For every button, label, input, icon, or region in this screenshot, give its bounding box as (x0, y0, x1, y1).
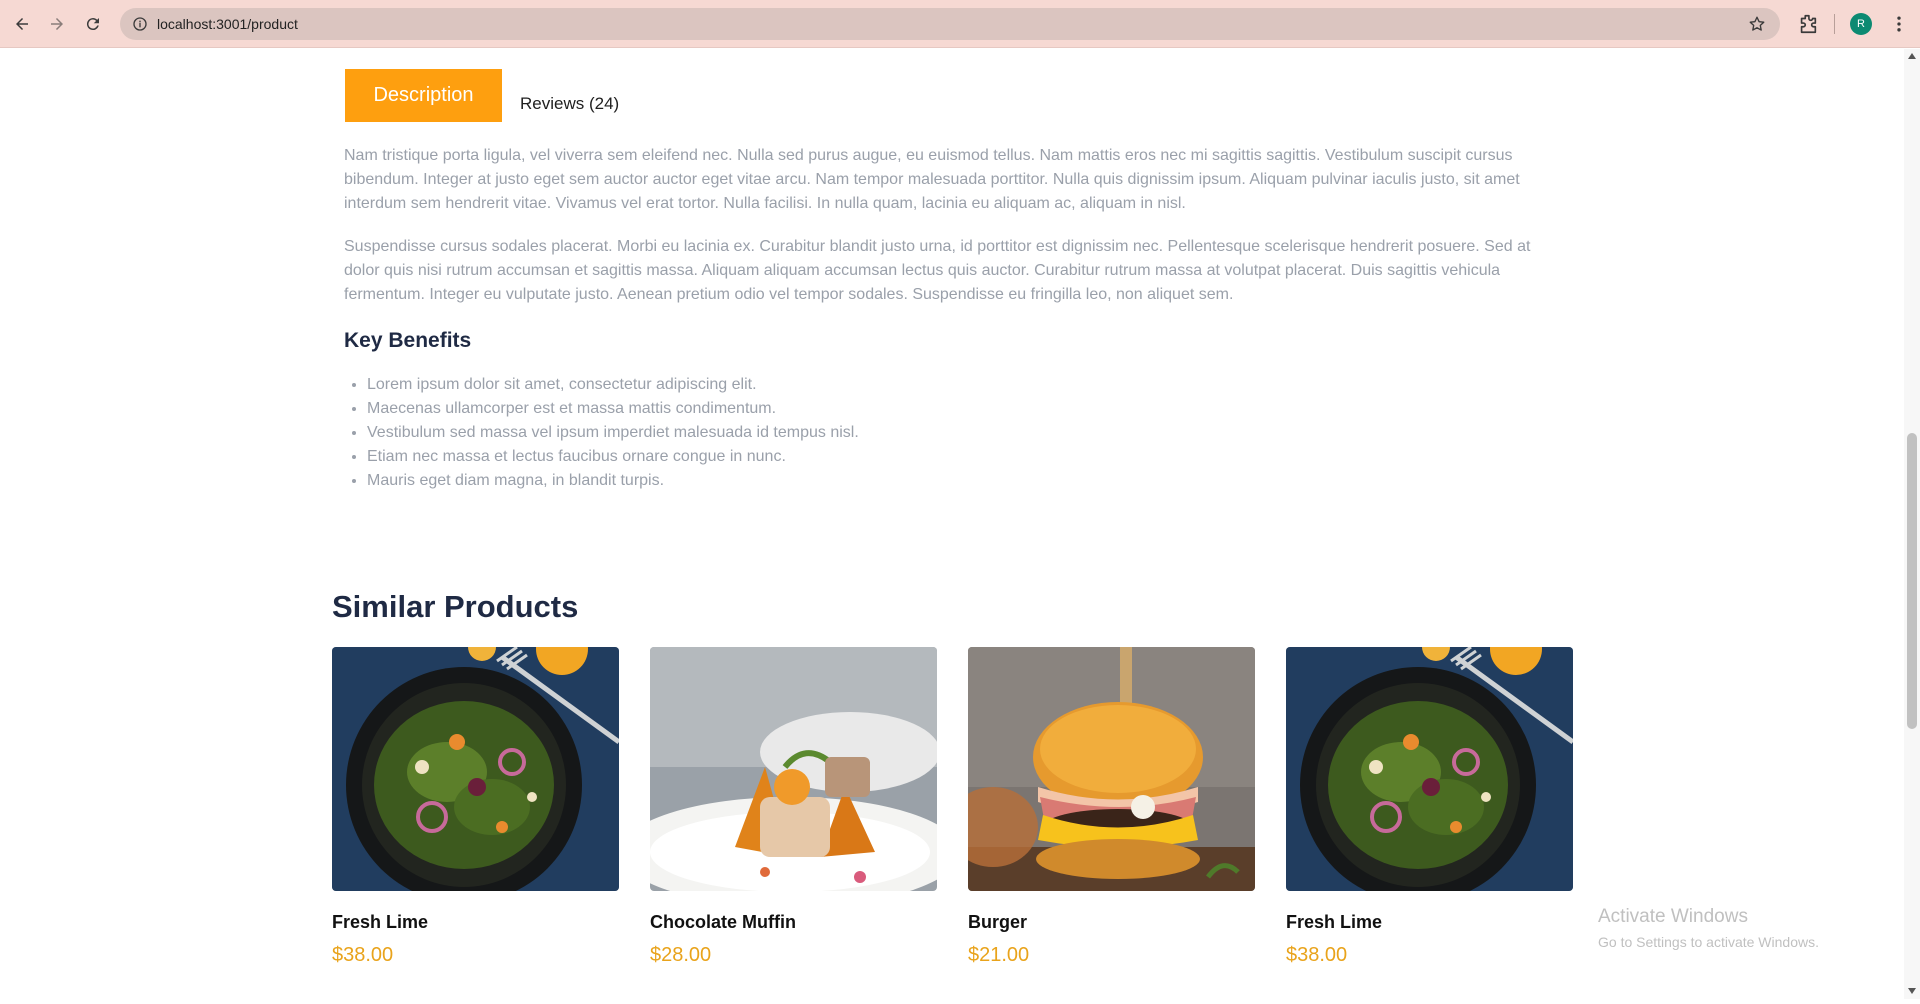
benefits-heading: Key Benefits (344, 329, 472, 352)
product-name[interactable]: Chocolate Muffin (650, 912, 937, 933)
product-tabs: Description Reviews (24) (345, 69, 619, 122)
bookmark-star-icon[interactable] (1748, 15, 1766, 33)
product-card[interactable]: Fresh Lime $38.00 (332, 647, 619, 967)
product-card[interactable]: Fresh Lime $38.00 (1286, 647, 1573, 967)
watermark-title: Activate Windows (1598, 906, 1748, 927)
scroll-down-arrow-icon[interactable] (1908, 988, 1916, 994)
product-price: $38.00 (332, 944, 394, 966)
more-menu-icon[interactable] (1889, 14, 1909, 34)
product-card[interactable]: Chocolate Muffin $28.00 (650, 647, 937, 967)
windows-activation-watermark: Activate Windows Go to Settings to activ… (1598, 906, 1819, 950)
product-image-salad[interactable] (332, 647, 619, 891)
profile-avatar[interactable]: R (1850, 13, 1872, 35)
watermark-subtitle: Go to Settings to activate Windows. (1598, 934, 1819, 950)
product-price: $28.00 (650, 944, 712, 966)
product-price: $21.00 (968, 944, 1030, 966)
extensions-puzzle-icon[interactable] (1797, 13, 1819, 35)
product-price: $38.00 (1286, 944, 1348, 966)
benefits-list: Lorem ipsum dolor sit amet, consectetur … (367, 373, 859, 493)
forward-arrow-icon[interactable] (43, 10, 71, 38)
tab-description[interactable]: Description (345, 69, 502, 122)
reload-icon[interactable] (79, 10, 107, 38)
list-item: Lorem ipsum dolor sit amet, consectetur … (367, 373, 859, 397)
address-bar[interactable]: localhost:3001/product (120, 8, 1780, 40)
product-card[interactable]: Burger $21.00 (968, 647, 1255, 967)
product-image-salad[interactable] (1286, 647, 1573, 891)
scrollbar-thumb[interactable] (1907, 433, 1917, 729)
similar-products-heading: Similar Products (332, 589, 579, 624)
description-paragraph: Suspendisse cursus sodales placerat. Mor… (344, 238, 1531, 303)
product-page: Description Reviews (24) Nam tristique p… (0, 49, 1904, 999)
product-image-plated-dish[interactable] (650, 647, 937, 891)
description-paragraph: Nam tristique porta ligula, vel viverra … (344, 147, 1520, 212)
url-text[interactable]: localhost:3001/product (157, 16, 298, 32)
product-name[interactable]: Fresh Lime (332, 912, 619, 933)
toolbar-divider (1834, 14, 1835, 34)
browser-toolbar: localhost:3001/product R (0, 0, 1920, 48)
list-item: Maecenas ullamcorper est et massa mattis… (367, 397, 859, 421)
product-image-burger[interactable] (968, 647, 1255, 891)
list-item: Vestibulum sed massa vel ipsum imperdiet… (367, 421, 859, 445)
back-arrow-icon[interactable] (8, 10, 36, 38)
list-item: Etiam nec massa et lectus faucibus ornar… (367, 445, 859, 469)
product-name[interactable]: Fresh Lime (1286, 912, 1573, 933)
list-item: Mauris eget diam magna, in blandit turpi… (367, 469, 859, 493)
site-info-icon[interactable] (132, 16, 148, 32)
tab-reviews[interactable]: Reviews (24) (520, 94, 619, 122)
scroll-up-arrow-icon[interactable] (1908, 53, 1916, 59)
product-name[interactable]: Burger (968, 912, 1255, 933)
